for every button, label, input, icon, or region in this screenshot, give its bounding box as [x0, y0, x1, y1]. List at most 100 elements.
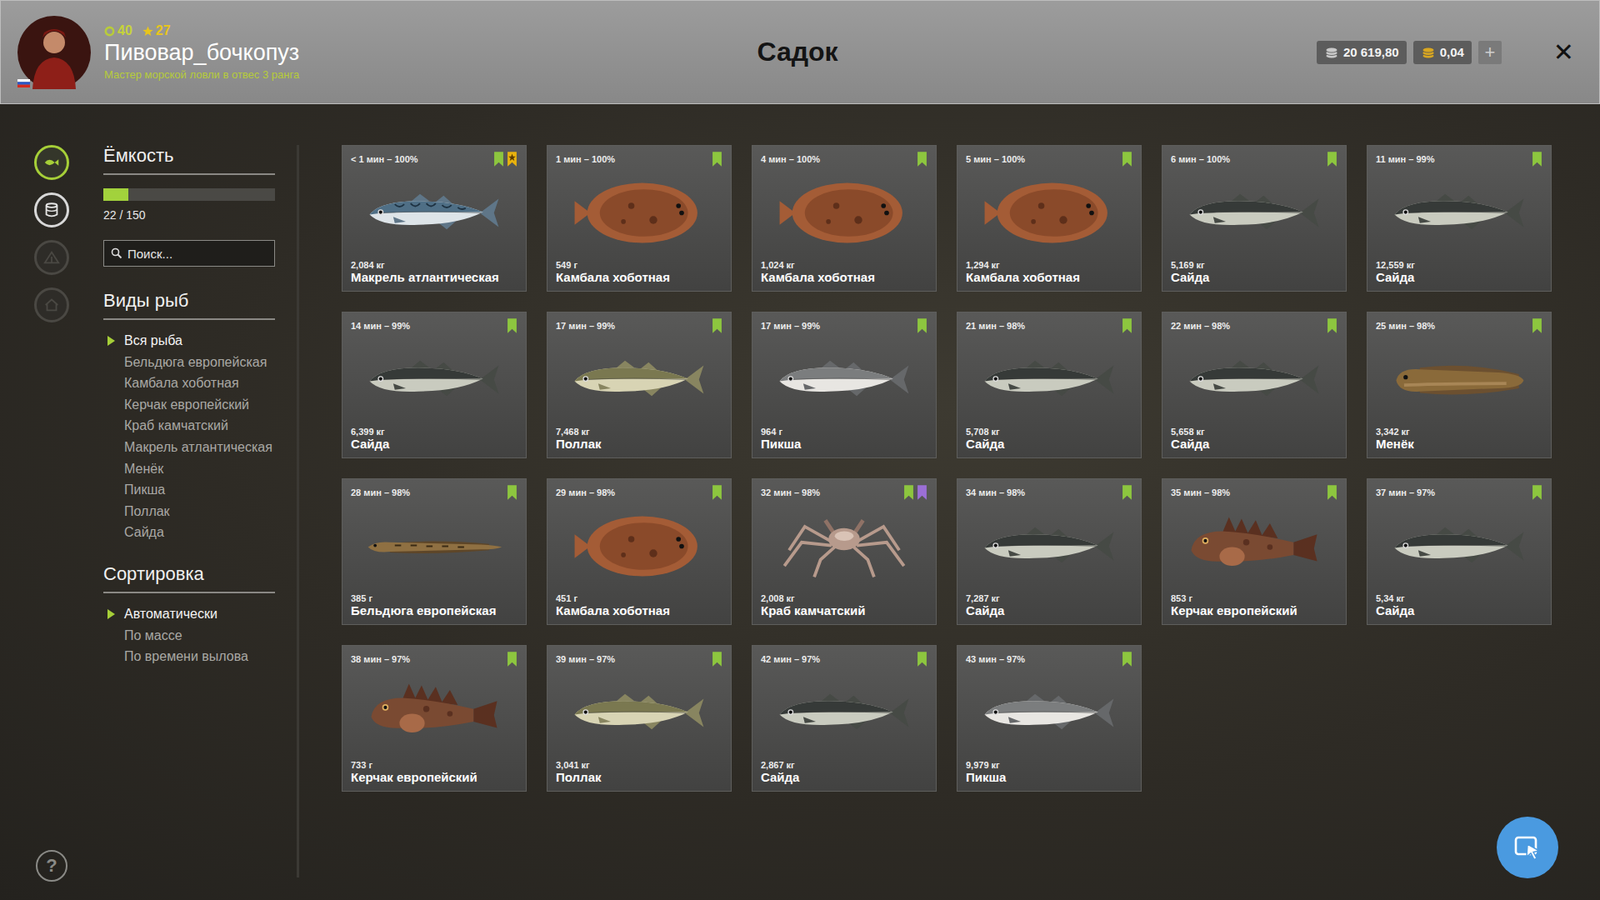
species-item[interactable]: Сайда — [103, 525, 275, 540]
bookmark-tag-icon[interactable] — [711, 485, 723, 500]
gold-coins-icon — [1420, 45, 1436, 60]
catch-card[interactable]: 38 мин – 97%733 гКерчак европейский — [341, 645, 527, 792]
window-title: Садок — [756, 36, 838, 68]
capacity-title: Ёмкость — [103, 145, 275, 175]
nav-item — [34, 240, 70, 275]
bookmark-tag-icon[interactable] — [711, 151, 723, 167]
species-item[interactable]: Макрель атлантическая — [103, 440, 275, 455]
catch-card[interactable]: 32 мин – 98%2,008 кгКраб камчатский — [751, 478, 937, 625]
catch-card[interactable]: 17 мин – 99%7,468 кгПоллак — [546, 311, 732, 459]
species-item[interactable]: Бельдюга европейская — [103, 355, 275, 370]
bookmark-tag-icon[interactable] — [506, 651, 518, 667]
star-tag-icon[interactable] — [506, 151, 518, 167]
catch-card[interactable]: 35 мин – 98%853 гКерчак европейский — [1161, 478, 1347, 625]
player-info: 40 27Пивовар_бочкопузМастер морской ловл… — [17, 15, 757, 90]
catch-weight: 6,399 кг — [350, 426, 518, 437]
catch-card[interactable]: 14 мин – 99%6,399 кгСайда — [341, 311, 527, 459]
sort-item[interactable]: Автоматически — [103, 606, 275, 622]
catch-weight: 5,34 кг — [1375, 593, 1543, 604]
catch-time: 11 мин – 99% — [1375, 151, 1435, 165]
bookmark-tag-icon[interactable] — [506, 485, 518, 500]
bookmark-tag-icon[interactable] — [711, 318, 723, 334]
bookmark-tag-icon[interactable] — [1121, 318, 1133, 334]
catch-card[interactable]: 11 мин – 99%12,559 кгСайда — [1366, 145, 1552, 292]
bookmark-tag-icon[interactable] — [916, 485, 928, 500]
bookmark-tag-icon[interactable] — [1531, 151, 1543, 167]
catch-name: Пикша — [965, 770, 1133, 785]
capacity-reading: 22 / 150 — [103, 208, 275, 222]
keepnet-icon — [42, 200, 61, 220]
bookmark-tag-icon[interactable] — [916, 151, 928, 167]
species-item[interactable]: Краб камчатский — [103, 418, 275, 434]
bookmark-tag-icon[interactable] — [506, 318, 518, 334]
catch-card[interactable]: 39 мин – 97%3,041 кгПоллак — [546, 645, 732, 792]
nav-item[interactable] — [34, 192, 70, 228]
avatar[interactable] — [17, 15, 91, 90]
bookmark-tag-icon[interactable] — [1531, 485, 1543, 500]
catch-card[interactable]: < 1 мин – 100%2,084 кгМакрель атлантичес… — [341, 145, 527, 292]
cursor-mode-button[interactable] — [1496, 816, 1559, 879]
catch-card[interactable]: 21 мин – 98%5,708 кгСайда — [956, 311, 1142, 459]
catch-time: 42 мин – 97% — [760, 651, 820, 665]
currency-badge: 20 619,80 — [1316, 40, 1407, 65]
catch-weight: 7,468 кг — [555, 426, 723, 437]
bookmark-tag-icon[interactable] — [1326, 485, 1338, 500]
bookmark-tag-icon[interactable] — [711, 651, 723, 667]
catch-card[interactable]: 4 мин – 100%1,024 кгКамбала хоботная — [751, 145, 937, 292]
search-input[interactable] — [127, 246, 268, 261]
catch-time: < 1 мин – 100% — [350, 151, 419, 165]
catch-time: 29 мин – 98% — [555, 485, 615, 498]
bookmark-tag-icon[interactable] — [1121, 151, 1133, 167]
catch-name: Сайда — [350, 436, 518, 451]
species-item[interactable]: Керчак европейский — [103, 397, 275, 413]
bookmark-tag-icon[interactable] — [1531, 318, 1543, 334]
bookmark-tag-icon[interactable] — [1121, 651, 1133, 667]
catch-card[interactable]: 43 мин – 97%9,979 кгПикша — [956, 645, 1142, 792]
catch-card[interactable]: 29 мин – 98%451 гКамбала хоботная — [546, 478, 732, 625]
sort-item[interactable]: По массе — [103, 628, 275, 644]
nav-item[interactable] — [34, 145, 70, 180]
close-button[interactable]: ✕ — [1550, 37, 1578, 67]
catch-time: 34 мин – 98% — [965, 485, 1025, 498]
help-button[interactable]: ? — [35, 850, 68, 882]
search-field[interactable] — [103, 240, 275, 267]
bookmark-tag-icon[interactable] — [916, 651, 928, 667]
sort-item[interactable]: По времени вылова — [103, 649, 275, 665]
species-item[interactable]: Вся рыба — [103, 333, 275, 349]
saithe-icon — [1183, 344, 1325, 415]
catch-card[interactable]: 34 мин – 98%7,287 кгСайда — [956, 478, 1142, 625]
eelpout-icon — [363, 510, 505, 582]
catch-card[interactable]: 17 мин – 99%964 гПикша — [751, 311, 937, 459]
catch-weight: 2,008 кг — [760, 593, 928, 604]
species-item[interactable]: Менёк — [103, 461, 275, 477]
catch-card[interactable]: 42 мин – 97%2,867 кгСайда — [751, 645, 937, 792]
bookmark-tag-icon[interactable] — [1326, 318, 1338, 334]
catch-card[interactable]: 37 мин – 97%5,34 кгСайда — [1366, 478, 1552, 625]
catch-card[interactable]: 5 мин – 100%1,294 кгКамбала хоботная — [956, 145, 1142, 292]
bookmark-tag-icon[interactable] — [916, 318, 928, 334]
tent-icon — [42, 248, 61, 267]
keepnet-screen: 40 27Пивовар_бочкопузМастер морской ловл… — [0, 0, 1600, 900]
sort-list: Автоматически По массе По времени вылова — [103, 606, 275, 665]
rating-star-icon — [142, 25, 154, 37]
species-item[interactable]: Камбала хоботная — [103, 375, 275, 391]
add-currency-button[interactable]: + — [1478, 40, 1502, 65]
catch-time: 32 мин – 98% — [760, 485, 820, 498]
species-item[interactable]: Поллак — [103, 504, 275, 520]
bookmark-tag-icon[interactable] — [1326, 151, 1338, 167]
bookmark-tag-icon[interactable] — [1121, 485, 1133, 500]
catch-card[interactable]: 1 мин – 100%549 гКамбала хоботная — [546, 145, 732, 292]
catch-card[interactable]: 6 мин – 100%5,169 кгСайда — [1161, 145, 1347, 292]
saithe-icon — [363, 344, 505, 415]
bookmark-tag-icon[interactable] — [493, 151, 505, 167]
russia-flag-icon — [17, 79, 30, 88]
catch-card[interactable]: 25 мин – 98%3,342 кгМенёк — [1366, 311, 1552, 459]
selected-marker-icon — [107, 335, 115, 346]
catch-card[interactable]: 28 мин – 98%385 гБельдюга европейская — [341, 478, 527, 625]
species-title: Виды рыб — [103, 290, 275, 320]
bookmark-tag-icon[interactable] — [903, 485, 915, 500]
catch-time: 38 мин – 97% — [350, 651, 410, 665]
species-item[interactable]: Пикша — [103, 482, 275, 498]
catch-card[interactable]: 22 мин – 98%5,658 кгСайда — [1161, 311, 1347, 459]
nav-item — [34, 287, 70, 323]
